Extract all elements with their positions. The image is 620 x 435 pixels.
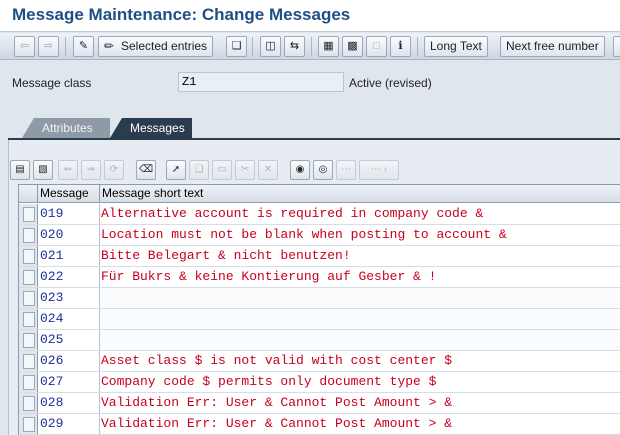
message-number[interactable]: 024 bbox=[38, 309, 100, 329]
message-number[interactable]: 026 bbox=[38, 351, 100, 371]
message-text[interactable] bbox=[100, 288, 620, 308]
message-number[interactable]: 022 bbox=[38, 267, 100, 287]
message-number[interactable]: 029 bbox=[38, 414, 100, 434]
row-selector[interactable] bbox=[19, 372, 38, 392]
table-row: 021 Bitte Belegart & nicht benutzen! bbox=[19, 246, 620, 267]
copy-icon[interactable]: ❏ bbox=[226, 36, 247, 57]
message-class-field[interactable]: Z1 bbox=[178, 72, 344, 92]
message-text[interactable] bbox=[100, 309, 620, 329]
row-selector[interactable] bbox=[19, 330, 38, 350]
more-icon[interactable] bbox=[613, 36, 620, 57]
layout-icon[interactable]: □ bbox=[366, 36, 387, 57]
message-number[interactable]: 023 bbox=[38, 288, 100, 308]
message-number[interactable]: 027 bbox=[38, 372, 100, 392]
message-number[interactable]: 019 bbox=[38, 204, 100, 224]
message-text[interactable]: Validation Err: User & Cannot Post Amoun… bbox=[100, 414, 620, 434]
refresh-icon[interactable]: ⟳ bbox=[104, 160, 124, 180]
row-selector[interactable] bbox=[19, 204, 38, 224]
status-text: Active (revised) bbox=[349, 76, 432, 90]
hierarchy-icon[interactable]: ▦ bbox=[318, 36, 339, 57]
details-all-icon[interactable]: ▧ bbox=[33, 160, 53, 180]
message-text[interactable] bbox=[100, 330, 620, 350]
cancel-icon[interactable]: ✕ bbox=[258, 160, 278, 180]
next-free-number-button[interactable]: Next free number bbox=[500, 36, 605, 57]
row-selector[interactable] bbox=[19, 351, 38, 371]
message-text[interactable]: Alternative account is required in compa… bbox=[100, 204, 620, 224]
table-row: 019 Alternative account is required in c… bbox=[19, 204, 620, 225]
select-all-cell[interactable] bbox=[19, 185, 38, 203]
messages-table: Message Message short text 019 Alternati… bbox=[18, 184, 620, 435]
row-selector[interactable] bbox=[19, 309, 38, 329]
tab-messages[interactable]: Messages bbox=[110, 118, 192, 138]
message-text[interactable]: Location must not be blank when posting … bbox=[100, 225, 620, 245]
back-arrow-icon[interactable]: ⇦ bbox=[14, 36, 35, 57]
row-selector[interactable] bbox=[19, 288, 38, 308]
tab-attributes[interactable]: Attributes bbox=[22, 118, 110, 138]
cut-icon[interactable]: ✂ bbox=[235, 160, 255, 180]
info-icon[interactable]: ℹ bbox=[390, 36, 411, 57]
delete-icon[interactable]: ⌫ bbox=[136, 160, 156, 180]
find-next-icon[interactable]: ◎ bbox=[313, 160, 333, 180]
table-row: 029 Validation Err: User & Cannot Post A… bbox=[19, 414, 620, 435]
table-row: 023 bbox=[19, 288, 620, 309]
message-text[interactable]: Bitte Belegart & nicht benutzen! bbox=[100, 246, 620, 266]
message-text[interactable]: Validation Err: User & Cannot Post Amoun… bbox=[100, 393, 620, 413]
selected-entries-button[interactable]: ✏ Selected entries bbox=[98, 36, 214, 57]
table-row: 026 Asset class $ is not valid with cost… bbox=[19, 351, 620, 372]
table-row: 025 bbox=[19, 330, 620, 351]
forward-arrow-icon[interactable]: ⇨ bbox=[38, 36, 59, 57]
message-class-row: Message class Z1 Active (revised) bbox=[0, 70, 620, 94]
message-number[interactable]: 025 bbox=[38, 330, 100, 350]
page-title: Message Maintenance: Change Messages bbox=[12, 5, 351, 24]
pencil-icon: ✏ bbox=[104, 39, 115, 53]
table-row: 027 Company code $ permits only document… bbox=[19, 372, 620, 393]
copy-row-icon[interactable]: ❏ bbox=[189, 160, 209, 180]
message-number[interactable]: 021 bbox=[38, 246, 100, 266]
insert-row-icon[interactable]: ⇐ bbox=[58, 160, 78, 180]
table-toolbar: ▤ ▧ ⇐ ⇒ ⟳ ⌫ ➚ ❏ ▭ ✂ ✕ ◉ ◎ ⋯ ⋯ › bbox=[10, 160, 610, 182]
row-selector[interactable] bbox=[19, 414, 38, 434]
table-header: Message Message short text bbox=[19, 185, 620, 203]
table-row: 020 Location must not be blank when post… bbox=[19, 225, 620, 246]
table-row: 022 Für Bukrs & keine Kontierung auf Ges… bbox=[19, 267, 620, 288]
table-row: 028 Validation Err: User & Cannot Post A… bbox=[19, 393, 620, 414]
details-icon[interactable]: ▤ bbox=[10, 160, 30, 180]
select-icon[interactable]: ➚ bbox=[166, 160, 186, 180]
append-row-icon[interactable]: ⇒ bbox=[81, 160, 101, 180]
message-text[interactable]: Asset class $ is not valid with cost cen… bbox=[100, 351, 620, 371]
message-number[interactable]: 028 bbox=[38, 393, 100, 413]
title-bar: Message Maintenance: Change Messages bbox=[0, 0, 620, 32]
display-change-icon[interactable]: ✎ bbox=[73, 36, 94, 57]
column-header-message[interactable]: Message bbox=[38, 185, 100, 203]
row-selector[interactable] bbox=[19, 267, 38, 287]
column-header-short-text[interactable]: Message short text bbox=[100, 185, 620, 203]
message-text[interactable]: Company code $ permits only document typ… bbox=[100, 372, 620, 392]
where-used-icon[interactable]: ◫ bbox=[260, 36, 281, 57]
row-selector[interactable] bbox=[19, 225, 38, 245]
row-selector[interactable] bbox=[19, 393, 38, 413]
print-icon[interactable]: ▩ bbox=[342, 36, 363, 57]
table-row: 024 bbox=[19, 309, 620, 330]
tab-strip: Attributes Messages bbox=[22, 118, 620, 138]
message-class-label: Message class bbox=[12, 76, 92, 90]
row-selector[interactable] bbox=[19, 246, 38, 266]
paste-icon[interactable]: ▭ bbox=[212, 160, 232, 180]
message-number[interactable]: 020 bbox=[38, 225, 100, 245]
collapse-icon[interactable]: ⋯ › bbox=[359, 160, 399, 180]
expand-icon[interactable]: ⋯ bbox=[336, 160, 356, 180]
long-text-button[interactable]: Long Text bbox=[424, 36, 488, 57]
transport-icon[interactable]: ⇆ bbox=[284, 36, 305, 57]
find-icon[interactable]: ◉ bbox=[290, 160, 310, 180]
message-text[interactable]: Für Bukrs & keine Kontierung auf Gesber … bbox=[100, 267, 620, 287]
application-toolbar: ⇦ ⇨ ✎ ✏ Selected entries ❏ ◫ ⇆ ▦ ▩ □ ℹ L… bbox=[0, 33, 620, 60]
